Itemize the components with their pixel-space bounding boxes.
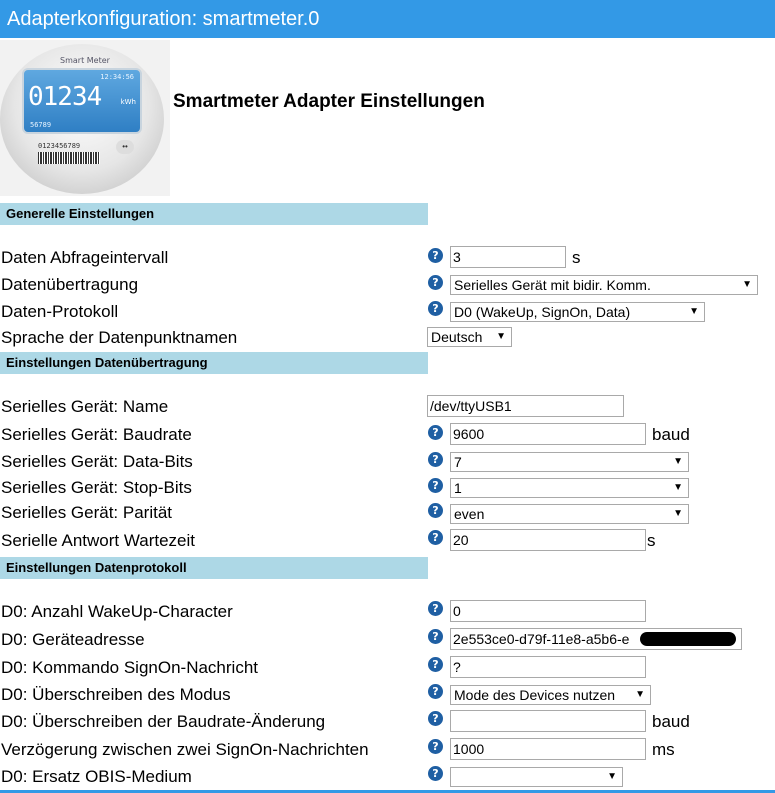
label-parity: Serielles Gerät: Parität [1,503,173,522]
label-wait: Serielle Antwort Wartezeit [1,531,195,550]
section-header-protocol: Einstellungen Datenprotokoll [0,557,428,579]
dropdown-arrow-icon: ▼ [635,689,645,700]
meter-digits: 01234 [28,82,102,112]
dropdown-arrow-icon: ▼ [673,508,683,519]
help-icon[interactable]: ? [428,739,443,754]
unit-baudchange: baud [652,712,690,731]
transmission-select[interactable]: Serielles Gerät mit bidir. Komm. ▼ [450,275,758,295]
meter-time: 12:34:56 [100,73,134,81]
help-icon[interactable]: ? [428,301,443,316]
help-icon[interactable]: ? [428,766,443,781]
label-delay: Verzögerung zwischen zwei SignOn-Nachric… [1,740,369,759]
section-header-transfer: Einstellungen Datenübertragung [0,352,428,374]
help-icon[interactable]: ? [428,503,443,518]
stopbits-select[interactable]: 1 ▼ [450,478,689,498]
language-value: Deutsch [431,329,483,345]
dropdown-arrow-icon: ▼ [742,279,752,290]
label-signon: D0: Kommando SignOn-Nachricht [1,658,259,677]
meter-brand: Smart Meter [60,56,110,65]
help-icon[interactable]: ? [428,711,443,726]
help-icon[interactable]: ? [428,684,443,699]
parity-value: even [454,506,485,522]
protocol-select[interactable]: D0 (WakeUp, SignOn, Data) ▼ [450,302,705,322]
dropdown-arrow-icon: ▼ [496,331,506,342]
meter-unit: kWh [120,98,136,106]
label-baudrate: Serielles Gerät: Baudrate [1,425,192,444]
label-obis: D0: Ersatz OBIS-Medium [1,767,192,786]
page-title: Smartmeter Adapter Einstellungen [173,91,485,112]
window-title: Adapterkonfiguration: smartmeter.0 [0,0,775,38]
databits-value: 7 [454,454,462,470]
interval-input[interactable]: 3 [450,246,566,268]
obis-select[interactable]: ▼ [450,767,623,787]
stopbits-value: 1 [454,480,462,496]
dropdown-arrow-icon: ▼ [689,306,699,317]
help-icon[interactable]: ? [428,629,443,644]
help-icon[interactable]: ? [428,248,443,263]
label-wakeup: D0: Anzahl WakeUp-Character [1,602,233,621]
wait-input[interactable]: 20 [450,529,646,551]
databits-select[interactable]: 7 ▼ [450,452,689,472]
section-header-general: Generelle Einstellungen [0,203,428,225]
baudrate-input[interactable]: 9600 [450,423,646,445]
meter-small-number: 56789 [30,121,52,129]
help-icon[interactable]: ? [428,275,443,290]
mode-value: Mode des Devices nutzen [454,687,616,703]
label-databits: Serielles Gerät: Data-Bits [1,452,193,471]
unit-wait: s [647,531,656,550]
wakeup-input[interactable]: 0 [450,600,646,622]
barcode-icon [38,152,100,164]
help-icon[interactable]: ? [428,601,443,616]
dropdown-arrow-icon: ▼ [673,456,683,467]
label-mode: D0: Überschreiben des Modus [1,685,231,704]
label-address: D0: Geräteadresse [1,630,145,649]
meter-serial: 0123456789 [38,142,81,150]
meter-body: Smart Meter 12:34:56 01234 kWh 56789 012… [0,44,164,194]
dropdown-arrow-icon: ▼ [673,482,683,493]
help-icon[interactable]: ? [428,425,443,440]
serial-name-input[interactable]: /dev/ttyUSB1 [427,395,624,417]
label-transmission: Datenübertragung [1,275,139,294]
label-protocol: Daten-Protokoll [1,302,119,321]
help-icon[interactable]: ? [428,478,443,493]
language-select[interactable]: Deutsch ▼ [427,327,512,347]
signon-input[interactable]: ? [450,656,646,678]
help-icon[interactable]: ? [428,657,443,672]
baudchange-input[interactable] [450,710,646,732]
delay-input[interactable]: 1000 [450,738,646,760]
transmission-value: Serielles Gerät mit bidir. Komm. [454,277,651,293]
help-icon[interactable]: ? [428,530,443,545]
dropdown-arrow-icon: ▼ [607,771,617,782]
meter-display: 12:34:56 01234 kWh 56789 [22,68,142,134]
label-interval: Daten Abfrageintervall [1,248,169,267]
protocol-value: D0 (WakeUp, SignOn, Data) [454,304,631,320]
help-icon[interactable]: ? [428,452,443,467]
parity-select[interactable]: even ▼ [450,504,689,524]
meter-dots: •• [116,140,134,154]
smartmeter-logo: Smart Meter 12:34:56 01234 kWh 56789 012… [0,40,170,196]
redaction-mark [640,632,736,646]
label-language: Sprache der Datenpunktnamen [1,328,238,347]
label-baudchange: D0: Überschreiben der Baudrate-Änderung [1,712,326,731]
unit-interval: s [572,248,581,267]
mode-select[interactable]: Mode des Devices nutzen ▼ [450,685,651,705]
unit-baudrate: baud [652,425,690,444]
unit-delay: ms [652,740,675,759]
label-serial-name: Serielles Gerät: Name [1,397,169,416]
label-stopbits: Serielles Gerät: Stop-Bits [1,478,192,497]
